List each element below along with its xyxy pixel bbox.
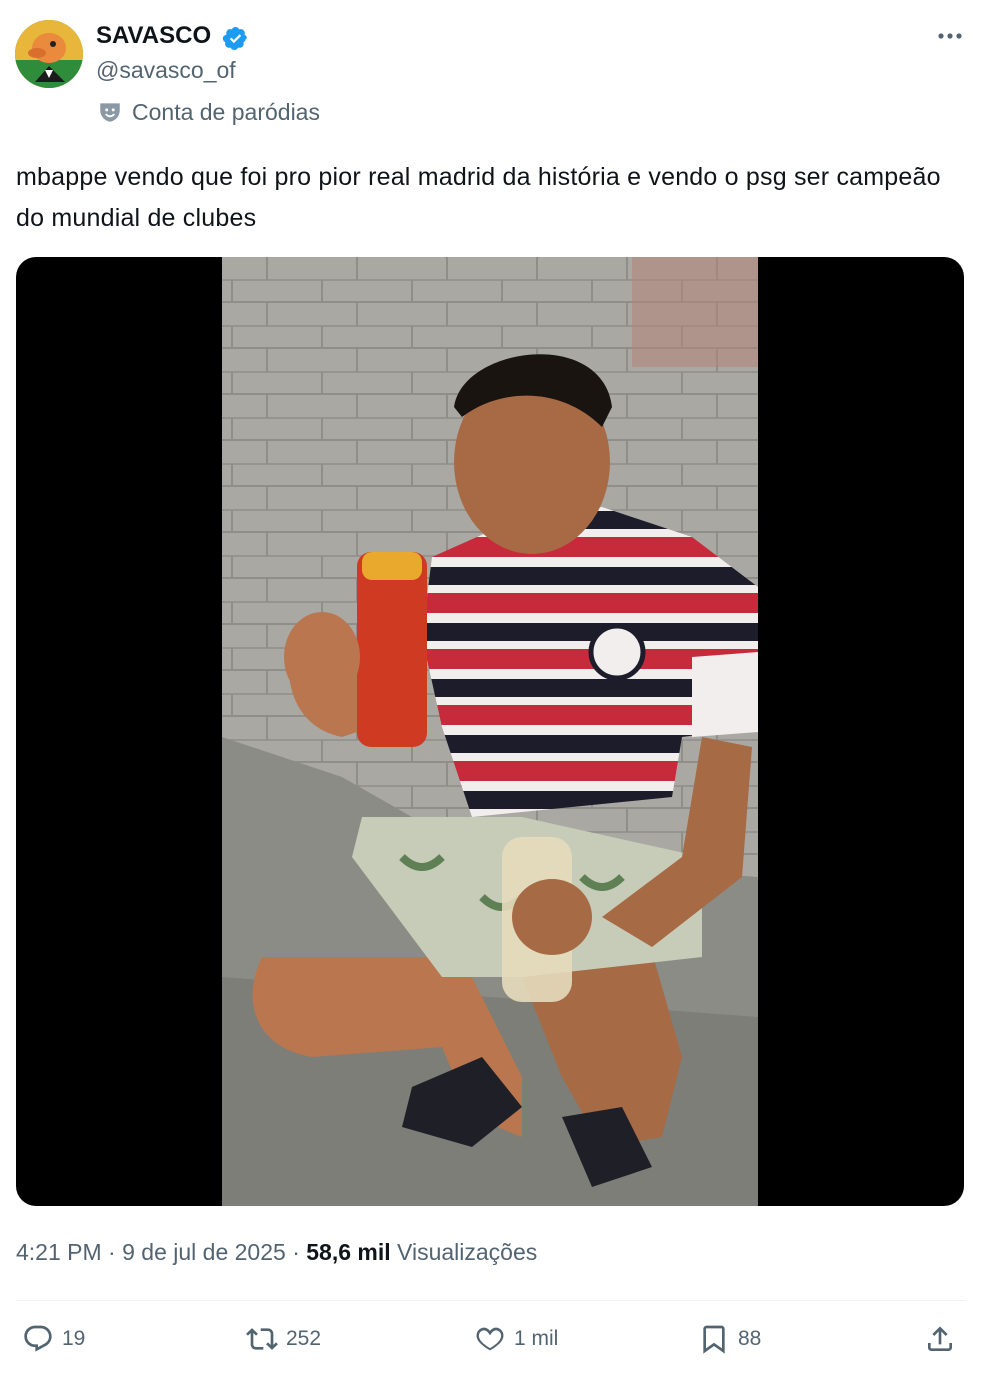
display-name[interactable]: SAVASCO [96, 22, 211, 50]
divider [16, 1300, 966, 1301]
tweet-time[interactable]: 4:21 PM [16, 1239, 102, 1265]
avatar-image [15, 20, 83, 88]
views-count: 58,6 mil [306, 1239, 391, 1265]
tweet-text: mbappe vendo que foi pro pior real madri… [16, 163, 941, 232]
verified-icon [222, 26, 248, 51]
parody-label-text: Conta de paródias [132, 98, 320, 125]
meta-separator: · [285, 1239, 307, 1265]
repost-icon [246, 1328, 278, 1350]
more-icon[interactable] [935, 26, 965, 46]
tweet-media[interactable] [16, 257, 964, 1206]
repost-button[interactable]: 252 [246, 1321, 321, 1357]
views-label: Visualizações [390, 1239, 538, 1265]
tweet-date[interactable]: 9 de jul de 2025 [122, 1239, 286, 1265]
parody-icon [100, 103, 120, 122]
like-button[interactable]: 1 mil [474, 1321, 558, 1357]
bookmark-button[interactable]: 88 [698, 1321, 761, 1357]
like-count: 1 mil [514, 1327, 559, 1350]
share-button[interactable] [924, 1321, 964, 1357]
video-frame[interactable] [222, 257, 758, 1206]
bookmark-icon [703, 1325, 725, 1354]
avatar[interactable] [15, 20, 83, 88]
reply-count: 19 [62, 1327, 86, 1350]
parody-label: Conta de paródias [97, 97, 320, 127]
like-icon [476, 1327, 504, 1351]
tweet-meta: 4:21 PM · 9 de jul de 2025 · 58,6 mil Vi… [16, 1239, 537, 1266]
author-handle[interactable]: @savasco_of [96, 57, 236, 84]
bookmark-count: 88 [738, 1327, 762, 1350]
reply-icon [24, 1325, 52, 1352]
repost-count: 252 [286, 1327, 322, 1350]
reply-button[interactable]: 19 [22, 1321, 85, 1357]
meta-separator: · [101, 1239, 123, 1265]
share-icon [928, 1326, 952, 1351]
